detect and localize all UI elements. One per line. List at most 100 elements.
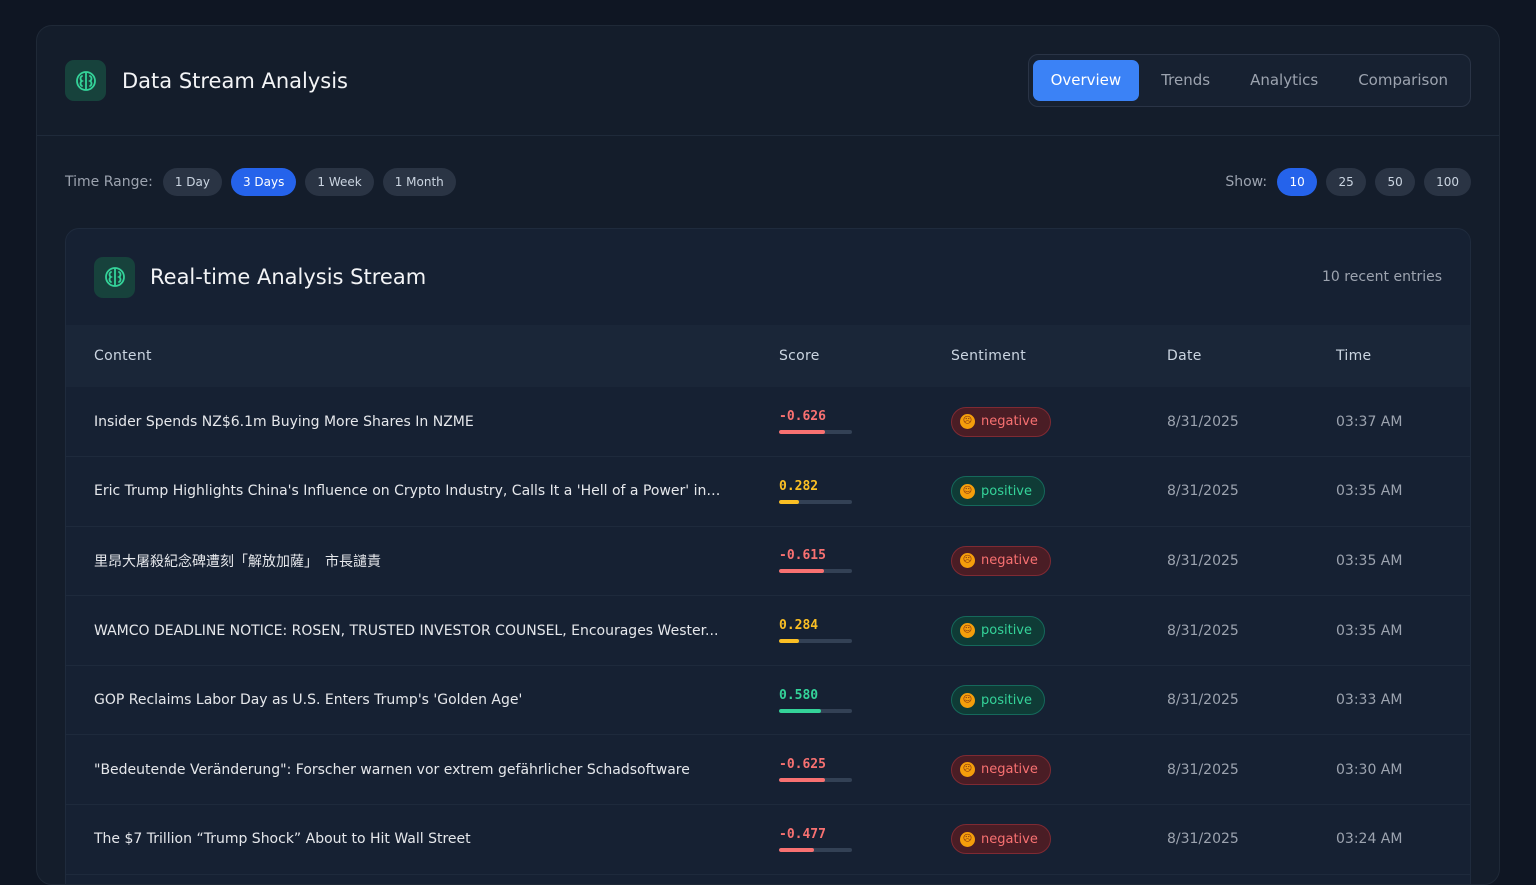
time-range-chip-1-day[interactable]: 1 Day xyxy=(162,168,222,196)
row-content[interactable]: Eric Trump Highlights China's Influence … xyxy=(66,457,751,527)
column-header-time[interactable]: Time xyxy=(1308,325,1470,387)
column-header-date[interactable]: Date xyxy=(1139,325,1308,387)
show-label: Show: xyxy=(1225,174,1268,190)
brain-icon xyxy=(94,256,135,298)
entry-count: 10 recent entries xyxy=(1322,269,1442,285)
row-sentiment-cell: ☺ positive xyxy=(923,457,1139,527)
score-bar-fill xyxy=(779,569,825,574)
show-count-chip-25[interactable]: 25 xyxy=(1326,168,1367,196)
top-bar: Data Stream Analysis Overview Trends Analy… xyxy=(37,26,1499,136)
score-bar-fill xyxy=(779,708,822,713)
column-header-content[interactable]: Content xyxy=(66,325,751,387)
row-score: -0.477 xyxy=(779,826,826,842)
score-bar-fill xyxy=(779,430,825,435)
brand: Data Stream Analysis xyxy=(65,60,348,101)
sentiment-label: positive xyxy=(981,623,1032,639)
table-row[interactable]: WAMCO DEADLINE NOTICE: ROSEN, TRUSTED IN… xyxy=(66,596,1470,666)
tab-comparison[interactable]: Comparison xyxy=(1340,60,1466,101)
sentiment-label: negative xyxy=(981,414,1038,430)
time-range-filter: Time Range: 1 Day 3 Days 1 Week 1 Month xyxy=(65,168,456,196)
sentiment-badge: ☹ negative xyxy=(951,406,1051,437)
tab-trends[interactable]: Trends xyxy=(1143,60,1228,101)
row-score-cell: 0.580 xyxy=(751,665,923,735)
row-date: 8/31/2025 xyxy=(1167,483,1239,500)
row-time: 03:30 AM xyxy=(1336,761,1403,778)
show-count-chip-50[interactable]: 50 xyxy=(1375,168,1416,196)
row-score-cell: -0.625 xyxy=(751,735,923,805)
face-emoji-icon: ☹ xyxy=(960,762,975,778)
row-content[interactable]: WAMCO DEADLINE NOTICE: ROSEN, TRUSTED IN… xyxy=(66,596,751,666)
show-count-chip-100[interactable]: 100 xyxy=(1424,168,1471,196)
score-bar-fill xyxy=(779,847,815,852)
app-frame: Data Stream Analysis Overview Trends Analy… xyxy=(36,25,1500,885)
table-row[interactable]: "Bedeutende Veränderung": Forscher warne… xyxy=(66,735,1470,805)
table-row[interactable]: GOP Reclaims Labor Day as U.S. Enters Tr… xyxy=(66,665,1470,735)
table-row[interactable]: Eric Trump Highlights China's Influence … xyxy=(66,457,1470,527)
table-row[interactable]: 里昂大屠殺紀念碑遭刻「解放加薩」 市長譴責 -0.615 ☹ negative 8/31… xyxy=(66,526,1470,596)
score-bar-fill xyxy=(779,499,800,504)
sentiment-badge: ☺ positive xyxy=(951,615,1045,646)
filters-bar: Time Range: 1 Day 3 Days 1 Week 1 Month Sho… xyxy=(37,136,1499,228)
table-row[interactable]: Insider Spends NZ$6.1m Buying More Share… xyxy=(66,387,1470,457)
row-score-cell: 0.284 xyxy=(751,596,923,666)
row-date: 8/31/2025 xyxy=(1167,692,1239,709)
face-emoji-icon: ☺ xyxy=(960,692,975,708)
sentiment-badge: ☹ negative xyxy=(951,754,1051,785)
row-content[interactable]: Insider Spends NZ$6.1m Buying More Share… xyxy=(66,387,751,457)
time-range-label: Time Range: xyxy=(65,174,153,190)
column-header-sentiment[interactable]: Sentiment xyxy=(923,325,1139,387)
tab-analytics[interactable]: Analytics xyxy=(1232,60,1336,101)
sentiment-badge: ☹ negative xyxy=(951,824,1051,855)
sentiment-label: positive xyxy=(981,692,1032,708)
sentiment-label: negative xyxy=(981,553,1038,569)
view-tabs: Overview Trends Analytics Comparison xyxy=(1027,54,1471,107)
row-time: 03:33 AM xyxy=(1336,692,1403,709)
sentiment-label: negative xyxy=(981,762,1038,778)
row-time: 03:35 AM xyxy=(1336,483,1403,500)
row-time: 03:37 AM xyxy=(1336,413,1403,430)
row-content[interactable]: 里昂大屠殺紀念碑遭刻「解放加薩」 市長譴責 xyxy=(66,526,751,596)
brain-icon xyxy=(65,60,106,101)
score-bar xyxy=(779,639,852,644)
row-score: 0.282 xyxy=(779,478,819,494)
face-emoji-icon: ☹ xyxy=(960,831,975,847)
sentiment-badge: ☹ negative xyxy=(951,545,1051,576)
show-count-chip-10[interactable]: 10 xyxy=(1277,168,1318,196)
row-date: 8/31/2025 xyxy=(1167,761,1239,778)
row-score: 0.580 xyxy=(779,687,819,703)
row-score-cell: 0.282 xyxy=(751,457,923,527)
tab-overview[interactable]: Overview xyxy=(1032,60,1140,101)
sentiment-label: positive xyxy=(981,483,1032,499)
score-bar xyxy=(779,499,852,504)
face-emoji-icon: ☺ xyxy=(960,483,975,499)
analysis-panel: Real-time Analysis Stream 10 recent entr… xyxy=(65,228,1471,884)
row-score: 0.284 xyxy=(779,618,819,634)
panel-title-group: Real-time Analysis Stream xyxy=(94,256,427,298)
row-sentiment-cell: ☺ positive xyxy=(923,596,1139,666)
score-bar xyxy=(779,847,852,852)
row-content[interactable]: GOP Reclaims Labor Day as U.S. Enters Tr… xyxy=(66,665,751,735)
row-score-cell: -0.615 xyxy=(751,526,923,596)
row-date: 8/31/2025 xyxy=(1167,552,1239,569)
face-emoji-icon: ☺ xyxy=(960,623,975,639)
row-content[interactable]: "Bedeutende Veränderung": Forscher warne… xyxy=(66,735,751,805)
sentiment-label: negative xyxy=(981,831,1038,847)
score-bar xyxy=(779,778,852,783)
panel-title: Real-time Analysis Stream xyxy=(150,265,427,289)
row-time: 03:35 AM xyxy=(1336,552,1403,569)
row-score: -0.626 xyxy=(779,409,826,425)
time-range-chip-1-month[interactable]: 1 Month xyxy=(382,168,456,196)
column-header-score[interactable]: Score xyxy=(751,325,923,387)
time-range-chip-3-days[interactable]: 3 Days xyxy=(230,168,297,196)
time-range-chip-1-week[interactable]: 1 Week xyxy=(305,168,374,196)
face-emoji-icon: ☹ xyxy=(960,553,975,569)
score-bar-fill xyxy=(779,639,800,644)
show-count-filter: Show: 10 25 50 100 xyxy=(1225,168,1471,196)
row-date: 8/31/2025 xyxy=(1167,413,1239,430)
score-bar-fill xyxy=(779,778,825,783)
page-title: Data Stream Analysis xyxy=(122,68,348,93)
score-bar xyxy=(779,430,852,435)
face-emoji-icon: ☹ xyxy=(960,414,975,430)
score-bar xyxy=(779,708,852,713)
row-sentiment-cell: ☹ negative xyxy=(923,387,1139,457)
